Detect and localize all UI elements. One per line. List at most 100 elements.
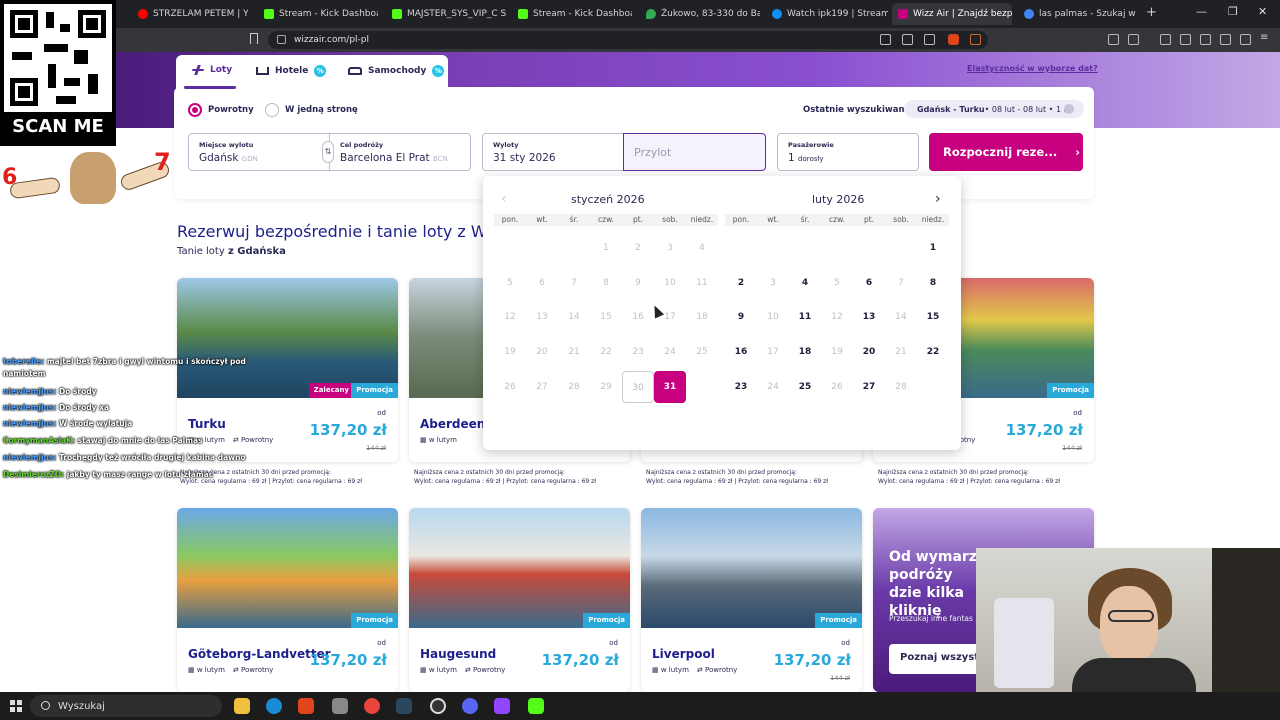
calendar-day: 27	[536, 382, 548, 392]
browser-tab[interactable]: Żukowo, 83-330 do Barcel	[640, 3, 760, 25]
destination-image	[177, 278, 398, 398]
maximize-button[interactable]: ❐	[1228, 5, 1238, 18]
sidebar-icon[interactable]	[1180, 34, 1191, 45]
calendar-icon: ▦ w lutym	[188, 666, 225, 674]
return-date-field[interactable]: Przylot	[623, 133, 766, 171]
next-month-icon[interactable]: ›	[935, 191, 941, 207]
bookmark-icon[interactable]	[250, 33, 258, 44]
app-icon[interactable]	[494, 698, 510, 714]
tab-flights[interactable]: Loty	[192, 65, 232, 75]
prev-month-icon[interactable]: ‹	[501, 191, 507, 207]
destination-field[interactable]: Cel podróży Barcelona El Prat BCN	[329, 133, 471, 171]
minimize-button[interactable]: —	[1196, 5, 1207, 18]
one-way-radio[interactable]: W jedną stronę	[265, 103, 358, 117]
calendar-day[interactable]: 2	[725, 267, 757, 299]
browser-tab[interactable]: las palmas - Szukaj w Goo	[1018, 3, 1138, 25]
obs-icon[interactable]	[430, 698, 446, 714]
taskbar-search[interactable]: Wyszukaj	[30, 695, 222, 717]
close-window-button[interactable]: ✕	[1258, 5, 1267, 18]
app-icon[interactable]	[332, 698, 348, 714]
calendar-day: 28	[895, 382, 907, 392]
flexible-dates-link[interactable]: Elastyczność w wyborze dat?	[967, 64, 1098, 73]
file-explorer-icon[interactable]	[234, 698, 250, 714]
calendar-day: 6	[539, 278, 545, 288]
rewards-icon[interactable]	[970, 34, 981, 45]
depart-date-field[interactable]: Wyloty 31 sty 2026	[482, 133, 624, 171]
calendar-day[interactable]: 27	[853, 371, 885, 403]
vpn-icon[interactable]	[1240, 34, 1251, 45]
kick-icon[interactable]	[528, 698, 544, 714]
destination-card[interactable]: Promocja Haugesund ▦ w lutym ⇄ Powrotny o…	[409, 508, 630, 692]
steam-icon[interactable]	[396, 698, 412, 714]
brave-shields-icon[interactable]	[948, 34, 959, 45]
swap-airports-button[interactable]: ⇅	[322, 141, 334, 163]
screenshot-icon[interactable]	[902, 34, 913, 45]
round-trip-radio[interactable]: Powrotny	[188, 103, 254, 117]
calendar-day[interactable]: 1	[917, 232, 949, 264]
calendar-day: 3	[770, 278, 776, 288]
tab-hotels[interactable]: Hotele%	[256, 65, 327, 77]
privacy-icon[interactable]	[880, 34, 891, 45]
calendar-day[interactable]: 31	[654, 371, 686, 403]
chat-message: namiotem	[3, 369, 46, 378]
origin-field[interactable]: Miejsce wylotu Gdańsk GDN	[188, 133, 330, 171]
discount-icon: %	[314, 65, 327, 77]
passengers-field[interactable]: Pasażerowie 1 dorosły	[777, 133, 919, 171]
brave-icon[interactable]	[298, 698, 314, 714]
discord-icon[interactable]	[462, 698, 478, 714]
calendar-day: 23	[632, 347, 644, 357]
recommended-badge: Zalecany	[308, 383, 354, 398]
edge-icon[interactable]	[266, 698, 282, 714]
destination-card[interactable]: Promocja Göteborg-Landvetter ▦ w lutym ⇄ …	[177, 508, 398, 692]
site-info-icon[interactable]	[277, 35, 286, 44]
calendar-day[interactable]: 25	[789, 371, 821, 403]
calendar-day[interactable]: 18	[789, 336, 821, 368]
section-subtitle: Tanie loty z Gdańska	[177, 246, 286, 257]
tab-cars[interactable]: Samochody%	[348, 65, 445, 77]
glasses	[1108, 610, 1154, 622]
windows-start-icon[interactable]	[10, 700, 22, 712]
leo-icon[interactable]	[1220, 34, 1231, 45]
browser-tab[interactable]: Stream - Kick Dashboa	[512, 3, 632, 25]
calendar-day[interactable]: 9	[725, 301, 757, 333]
streamer-shirt	[1072, 658, 1196, 692]
browser-tab[interactable]: STRZELAM PETEM | Yo	[132, 3, 248, 25]
calendar-icon: ▦ w lutym	[652, 666, 689, 674]
cat-emote	[70, 152, 116, 204]
last-search-chip[interactable]: Gdańsk - Turku • 08 lut - 08 lut • 1 ●	[904, 100, 1084, 118]
media-icon[interactable]	[1160, 34, 1171, 45]
wallet-icon[interactable]	[1200, 34, 1211, 45]
calendar-day[interactable]: 20	[853, 336, 885, 368]
destination-card[interactable]: Promocja Liverpool ▦ w lutym ⇄ Powrotny o…	[641, 508, 862, 692]
calendar-day: 24	[664, 347, 676, 357]
browser-tab[interactable]: Stream - Kick Dashboard	[258, 3, 378, 25]
calendar-day[interactable]: 16	[725, 336, 757, 368]
close-icon[interactable]	[1064, 104, 1074, 114]
discount-icon: %	[432, 65, 445, 77]
calendar-day[interactable]: 6	[853, 267, 885, 299]
extensions-icon[interactable]	[1108, 34, 1119, 45]
calendar-day[interactable]: 8	[917, 267, 949, 299]
new-tab-button[interactable]: +	[1146, 5, 1157, 20]
radio-dot	[188, 103, 202, 117]
calendar-day[interactable]: 15	[917, 301, 949, 333]
browser-tab[interactable]: Watch ipk199 | Streamable	[766, 3, 888, 25]
tab-search-icon[interactable]	[1128, 34, 1139, 45]
chrome-icon[interactable]	[364, 698, 380, 714]
destination-card[interactable]: Zalecany Promocja Turku ▦ w lutym ⇄ Powro…	[177, 278, 398, 462]
calendar-day[interactable]: 13	[853, 301, 885, 333]
calendar-day[interactable]: 4	[789, 267, 821, 299]
menu-icon[interactable]: ≡	[1260, 33, 1271, 45]
calendar-day[interactable]: 11	[789, 301, 821, 333]
browser-tab[interactable]: MAJSTER_SYS_VIP_C Stream	[386, 3, 506, 25]
search-button[interactable]: Rozpocznij reze... ›	[929, 133, 1083, 171]
calendar-day: 2	[635, 243, 641, 253]
qr-code	[4, 4, 112, 112]
calendar-day: 9	[635, 278, 641, 288]
browser-tab-active[interactable]: Wizz Air | Znajdź bezp✕	[892, 3, 1012, 25]
calendar-day[interactable]: 22	[917, 336, 949, 368]
kick-icon	[264, 9, 274, 19]
calendar-day: 10	[767, 312, 779, 322]
calendar-day[interactable]: 23	[725, 371, 757, 403]
share-icon[interactable]	[924, 34, 935, 45]
